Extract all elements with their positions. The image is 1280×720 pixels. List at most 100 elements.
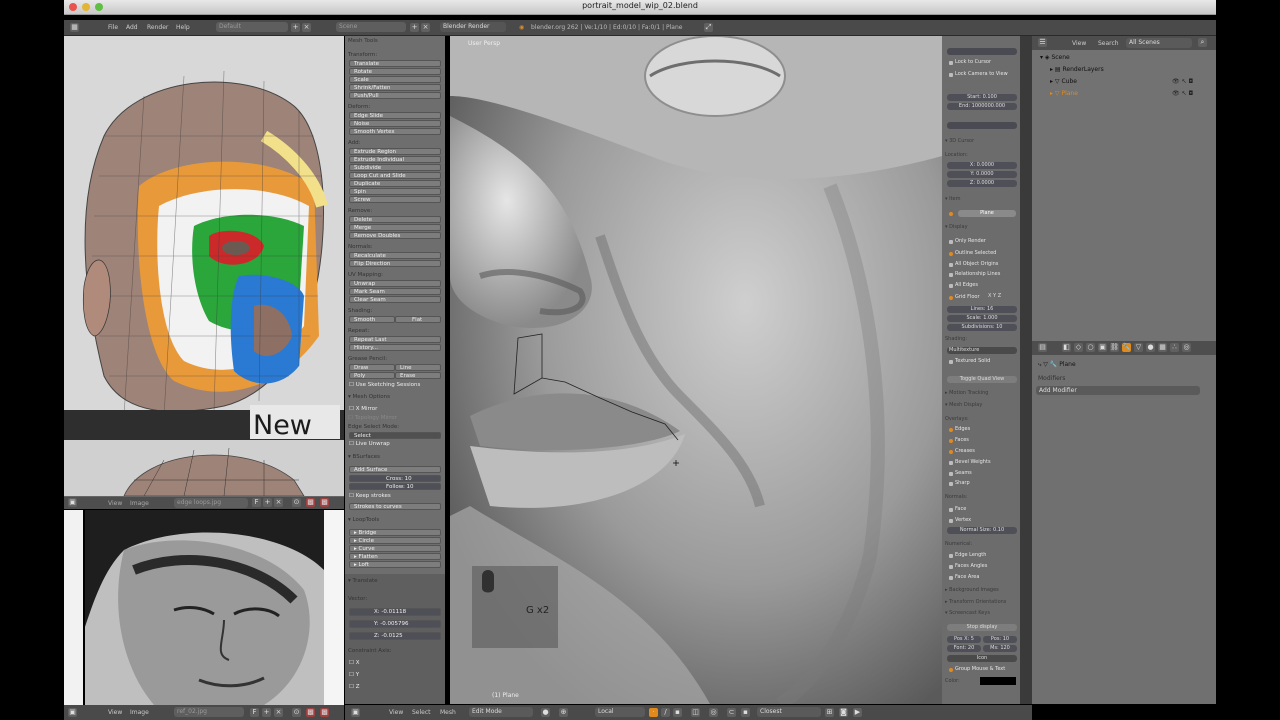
flip-direction-button[interactable]: Flip Direction xyxy=(349,260,441,267)
footer-image-display-icon[interactable]: ▩ xyxy=(320,708,329,717)
smooth-button[interactable]: Smooth xyxy=(349,316,395,323)
data-tab-icon[interactable]: ▽ xyxy=(1134,343,1143,352)
particles-tab-icon[interactable]: ∴ xyxy=(1170,343,1179,352)
physics-tab-icon[interactable]: ◎ xyxy=(1182,343,1191,352)
grease-erase-button[interactable]: Erase xyxy=(395,372,441,379)
noise-button[interactable]: Noise xyxy=(349,120,441,127)
follow-field[interactable]: Follow: 10 xyxy=(349,483,441,490)
extrude-individual-button[interactable]: Extrude Individual xyxy=(349,156,441,163)
footer-image-type-icon[interactable]: ▣ xyxy=(68,708,77,717)
constraint-x-checkbox[interactable]: ☐ X xyxy=(349,660,359,666)
add-layout-icon[interactable]: + xyxy=(291,23,300,32)
footer-image-name[interactable]: ref_02.jpg xyxy=(174,707,244,717)
loft-button[interactable]: ▸ Loft xyxy=(349,561,441,568)
edge-select-icon[interactable]: / xyxy=(661,708,670,717)
render-anim-icon[interactable]: ▶ xyxy=(853,708,862,717)
keep-strokes-checkbox[interactable]: ☐ Keep strokes xyxy=(349,493,391,499)
screencast-keys-header[interactable]: ▾ Screencast Keys xyxy=(945,610,990,616)
image-editor-type-icon[interactable]: ▣ xyxy=(68,498,77,507)
footer-image-browse-icon[interactable]: F xyxy=(250,708,259,717)
vector-z-field[interactable]: Z: -0.0125 xyxy=(349,632,441,640)
mark-seam-button[interactable]: Mark Seam xyxy=(349,288,441,295)
grease-line-button[interactable]: Line xyxy=(395,364,441,371)
loop-cut-button[interactable]: Loop Cut and Slide xyxy=(349,172,441,179)
local-camera-field[interactable] xyxy=(947,122,1017,129)
remove-layout-icon[interactable]: × xyxy=(302,23,311,32)
translate-operator-header[interactable]: ▾ Translate xyxy=(348,578,378,584)
mesh-display-header[interactable]: ▾ Mesh Display xyxy=(945,402,982,408)
display-header[interactable]: ▾ Display xyxy=(945,224,968,230)
vector-x-field[interactable]: X: -0.01118 xyxy=(349,608,441,616)
face-normals-checkbox[interactable]: Face xyxy=(955,506,966,512)
recalculate-button[interactable]: Recalculate xyxy=(349,252,441,259)
cursor-z-field[interactable]: Z: 0.0000 xyxy=(947,180,1017,187)
footer-menu-mesh[interactable]: Mesh xyxy=(440,709,456,716)
faces-angles-checkbox[interactable]: Faces Angles xyxy=(955,563,987,569)
fullscreen-icon[interactable]: ⤢ xyxy=(704,23,713,32)
icon-select[interactable]: Icon xyxy=(947,655,1017,662)
snap-align-icon[interactable]: ⊞ xyxy=(825,708,834,717)
translate-button[interactable]: Translate xyxy=(349,60,441,67)
orientation-select[interactable]: Local xyxy=(595,707,645,717)
delete-button[interactable]: Delete xyxy=(349,216,441,223)
all-edges-checkbox[interactable]: All Edges xyxy=(955,282,978,288)
faces-checkbox[interactable]: Faces xyxy=(955,437,969,443)
snap-icon[interactable]: ⊂ xyxy=(727,708,736,717)
modifiers-tab-icon[interactable]: 🔧 xyxy=(1122,343,1131,352)
tree-cube[interactable]: ▸ ▽ Cube xyxy=(1050,78,1077,85)
vertex-select-icon[interactable]: · xyxy=(649,708,658,717)
outliner-menu-search[interactable]: Search xyxy=(1098,40,1119,47)
grid-subdivisions-field[interactable]: Subdivisions: 10 xyxy=(947,324,1017,331)
transform-orientations-header[interactable]: ▸ Transform Orientations xyxy=(945,599,1006,605)
flat-button[interactable]: Flat xyxy=(395,316,441,323)
looptools-header[interactable]: ▾ LoopTools xyxy=(348,517,379,523)
use-sketching-checkbox[interactable]: ☐ Use Sketching Sessions xyxy=(349,382,420,388)
image-browse-icon[interactable]: F xyxy=(252,498,261,507)
toggle-quad-view-button[interactable]: Toggle Quad View xyxy=(947,376,1017,383)
face-select-icon[interactable]: ▪ xyxy=(673,708,682,717)
grid-floor-checkbox[interactable]: Grid Floor xyxy=(955,294,980,300)
constraint-y-checkbox[interactable]: ☐ Y xyxy=(349,672,359,678)
visibility-icons-plane[interactable]: 👁 ↖ ◘ xyxy=(1172,90,1193,97)
add-scene-icon[interactable]: + xyxy=(410,23,419,32)
tree-scene[interactable]: ▾ ◈ Scene xyxy=(1040,54,1070,61)
grid-axes-toggles[interactable]: X Y Z xyxy=(988,293,1001,299)
cursor-x-field[interactable]: X: 0.0000 xyxy=(947,162,1017,169)
lock-object-field[interactable] xyxy=(947,48,1017,55)
img-menu-image[interactable]: Image xyxy=(130,500,149,507)
world-tab-icon[interactable]: ○ xyxy=(1086,343,1095,352)
rotate-button[interactable]: Rotate xyxy=(349,68,441,75)
footer-image-new-icon[interactable]: + xyxy=(262,708,271,717)
circle-button[interactable]: ▸ Circle xyxy=(349,537,441,544)
clip-start-field[interactable]: Start: 0.100 xyxy=(947,94,1017,101)
grid-scale-field[interactable]: Scale: 1.000 xyxy=(947,315,1017,322)
lock-camera-checkbox[interactable]: Lock Camera to View xyxy=(955,71,1008,77)
menu-add[interactable]: Add xyxy=(126,24,138,31)
cross-field[interactable]: Cross: 10 xyxy=(349,475,441,482)
push-pull-button[interactable]: Push/Pull xyxy=(349,92,441,99)
spin-button[interactable]: Spin xyxy=(349,188,441,195)
shading-mode-select[interactable]: Multitexture xyxy=(947,347,1017,354)
select-dropdown[interactable]: Select xyxy=(349,432,441,439)
mesh-options-header[interactable]: ▾ Mesh Options xyxy=(348,394,390,400)
3d-viewport[interactable]: G x2 User Persp (1) Plane xyxy=(450,36,942,704)
footer-image-pin-icon[interactable]: ⊙ xyxy=(292,708,301,717)
editor-type-icon[interactable]: ▦ xyxy=(70,23,79,32)
vector-y-field[interactable]: Y: -0.005796 xyxy=(349,620,441,628)
unwrap-button[interactable]: Unwrap xyxy=(349,280,441,287)
footer-img-image[interactable]: Image xyxy=(130,709,149,716)
topology-mirror-checkbox[interactable]: ☐ Topology Mirror xyxy=(348,415,397,421)
x-mirror-checkbox[interactable]: ☐ X Mirror xyxy=(349,406,377,412)
grease-poly-button[interactable]: Poly xyxy=(349,372,395,379)
item-header[interactable]: ▾ Item xyxy=(945,196,961,202)
outliner-filter-select[interactable]: All Scenes xyxy=(1126,38,1192,48)
render-still-icon[interactable]: ◙ xyxy=(839,708,848,717)
live-unwrap-checkbox[interactable]: ☐ Live Unwrap xyxy=(349,441,390,447)
material-tab-icon[interactable]: ● xyxy=(1146,343,1155,352)
menu-render[interactable]: Render xyxy=(147,24,168,31)
normal-size-field[interactable]: Normal Size: 0.10 xyxy=(947,527,1017,534)
clip-end-field[interactable]: End: 1000000.000 xyxy=(947,103,1017,110)
3d-cursor-header[interactable]: ▾ 3D Cursor xyxy=(945,138,974,144)
screw-button[interactable]: Screw xyxy=(349,196,441,203)
outliner-search-icon[interactable]: ⌕ xyxy=(1198,38,1207,47)
